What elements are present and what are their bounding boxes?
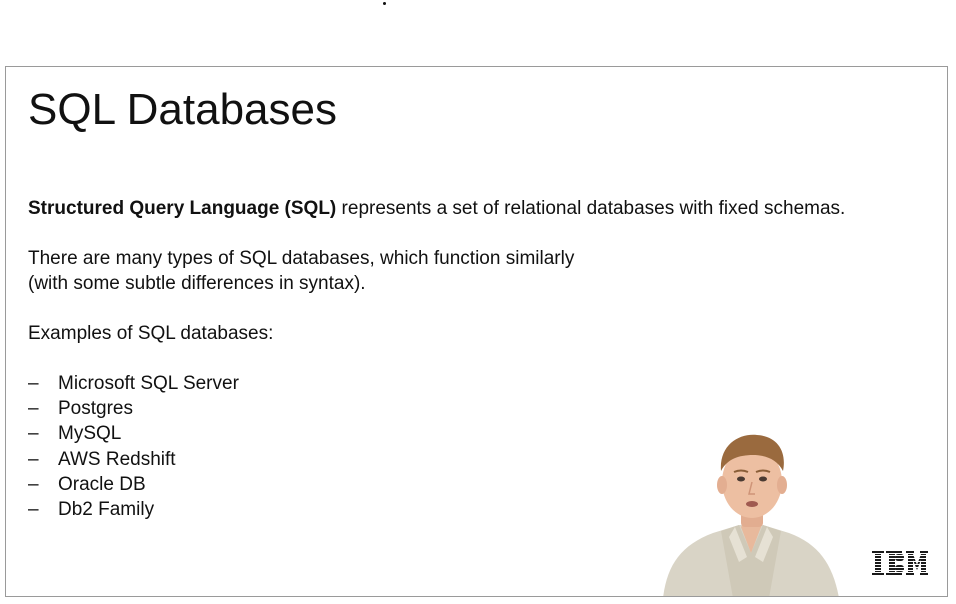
types-paragraph: There are many types of SQL databases, w… [28, 246, 574, 296]
presenter-video [663, 434, 839, 596]
video-frame: SQL Databases Structured Query Language … [0, 0, 956, 604]
intro-text: represents a set of relational databases… [336, 198, 846, 219]
list-item: – Db2 Family [28, 497, 239, 522]
examples-heading: Examples of SQL databases: [28, 323, 274, 344]
list-item-label: Postgres [58, 398, 133, 420]
ibm-logo-icon [872, 551, 928, 575]
examples-list: – Microsoft SQL Server – Postgres – MySQL –… [28, 371, 239, 522]
intro-term: Structured Query Language (SQL) [28, 198, 337, 219]
bullet-dash: – [28, 373, 39, 394]
bullet-dash: – [28, 499, 39, 521]
bullet-dash: – [28, 473, 39, 495]
list-item-label: AWS Redshift [58, 448, 176, 470]
intro-paragraph: Structured Query Language (SQL) represen… [28, 196, 845, 221]
slide-title: SQL Databases [28, 85, 337, 134]
list-item-label: Oracle DB [58, 473, 146, 495]
presentation-slide: SQL Databases Structured Query Language … [5, 66, 948, 597]
list-item: – AWS Redshift [28, 447, 239, 472]
list-item: – MySQL [28, 421, 239, 446]
types-line-1: There are many types of SQL databases, w… [28, 248, 575, 269]
bullet-dash: – [28, 398, 39, 420]
bullet-dash: – [28, 423, 39, 445]
list-item-label: Microsoft SQL Server [58, 373, 239, 394]
list-item: – Oracle DB [28, 472, 239, 497]
list-item-label: MySQL [58, 423, 122, 445]
bullet-dash: – [28, 448, 39, 470]
list-item: – Microsoft SQL Server [28, 371, 239, 396]
list-item-label: Db2 Family [58, 499, 155, 521]
list-item: – Postgres [28, 396, 239, 421]
types-line-2: (with some subtle differences in syntax)… [28, 273, 366, 294]
cursor-dot [383, 2, 386, 5]
